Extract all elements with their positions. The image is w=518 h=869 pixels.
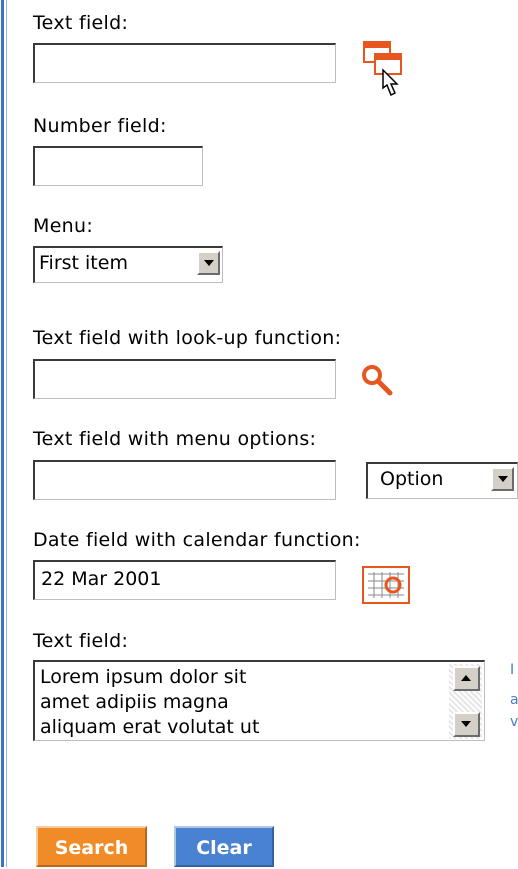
menu-select[interactable]: First item <box>33 246 223 283</box>
option-select-value: Option <box>380 468 444 490</box>
lookup-label: Text field with look-up function: <box>33 327 342 349</box>
left-border-line-thin <box>6 0 7 867</box>
side-text-line: I <box>510 662 515 678</box>
number-field-label: Number field: <box>33 115 167 137</box>
text-area-content: Lorem ipsum dolor sit amet adipiis magna… <box>40 665 259 740</box>
text-field-input[interactable] <box>33 43 336 83</box>
text-area-scrollbar[interactable] <box>449 664 482 739</box>
text-area[interactable]: Lorem ipsum dolor sit amet adipiis magna… <box>33 660 485 741</box>
number-field-input[interactable] <box>33 146 203 186</box>
left-border-line <box>1 0 4 867</box>
text-field-label: Text field: <box>33 12 129 34</box>
scroll-down-icon[interactable] <box>453 712 480 737</box>
search-button[interactable]: Search <box>36 826 147 867</box>
menu-select-value: First item <box>39 252 128 274</box>
date-label: Date field with calendar function: <box>33 529 361 551</box>
side-text-line: v <box>510 714 518 730</box>
calendar-icon[interactable] <box>362 566 410 604</box>
left-border <box>0 0 9 867</box>
menu-options-input[interactable] <box>33 460 336 500</box>
lookup-input[interactable] <box>33 359 336 399</box>
date-input[interactable]: 22 Mar 2001 <box>33 560 336 600</box>
text-field-2-label: Text field: <box>33 630 129 652</box>
text-area-line: amet adipiis magna <box>40 691 229 713</box>
scroll-up-icon[interactable] <box>453 666 480 691</box>
dropdown-arrow-icon[interactable] <box>197 251 220 275</box>
text-area-line: Lorem ipsum dolor sit <box>40 666 247 688</box>
magnifier-icon[interactable] <box>360 363 396 399</box>
dropdown-arrow-icon[interactable] <box>491 467 514 491</box>
window-pointer-icon[interactable] <box>362 40 424 100</box>
side-text-line: a <box>510 692 518 708</box>
clear-button[interactable]: Clear <box>174 826 274 867</box>
menu-label: Menu: <box>33 215 94 237</box>
menu-options-label: Text field with menu options: <box>33 428 317 450</box>
text-area-line: aliquam erat volutat ut <box>40 716 260 738</box>
option-select[interactable]: Option <box>366 462 518 499</box>
